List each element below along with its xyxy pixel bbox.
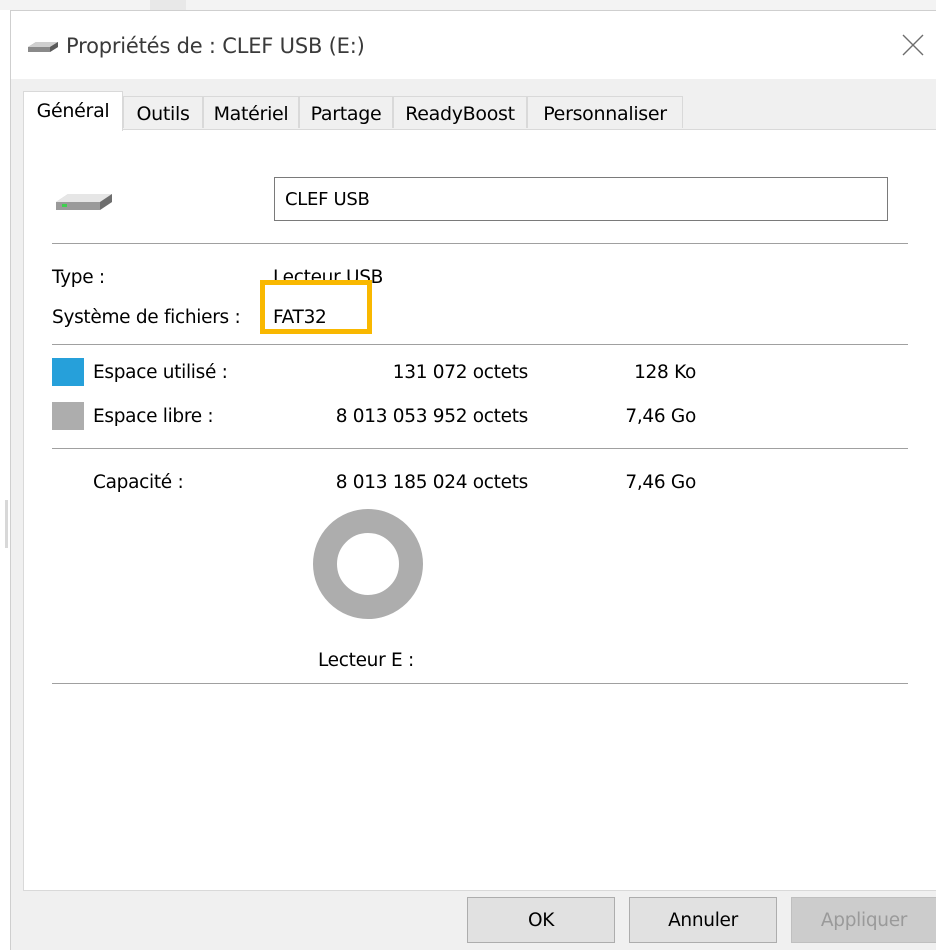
usb-drive-icon	[54, 188, 114, 222]
drive-name-input[interactable]	[274, 177, 888, 221]
cancel-button[interactable]: Annuler	[629, 897, 777, 943]
title-bar[interactable]: Propriétés de : CLEF USB (E:)	[11, 11, 936, 79]
free-space-size: 7,46 Go	[625, 406, 696, 427]
ok-button[interactable]: OK	[467, 897, 615, 943]
tab-partage[interactable]: Partage	[299, 96, 393, 128]
separator	[52, 683, 908, 684]
close-icon	[902, 34, 924, 56]
free-space-swatch	[52, 402, 84, 430]
usb-drive-icon	[27, 39, 59, 53]
type-label: Type :	[52, 267, 105, 288]
tab-personnaliser[interactable]: Personnaliser	[527, 96, 683, 128]
tab-general[interactable]: Général	[23, 91, 123, 131]
filesystem-label: Système de fichiers :	[52, 307, 241, 328]
used-space-swatch	[52, 358, 84, 386]
drive-caption: Lecteur E :	[318, 650, 414, 671]
separator	[52, 448, 908, 449]
filesystem-highlight-box	[260, 280, 372, 334]
used-space-size: 128 Ko	[634, 362, 696, 383]
tab-readyboost[interactable]: ReadyBoost	[393, 96, 527, 128]
capacity-label: Capacité :	[93, 472, 184, 493]
free-space-bytes: 8 013 053 952 octets	[335, 406, 529, 427]
disk-usage-donut	[313, 509, 423, 619]
screen: Propriétés de : CLEF USB (E:) Général Ou…	[0, 0, 936, 950]
used-space-bytes: 131 072 octets	[392, 362, 529, 383]
properties-dialog: Propriétés de : CLEF USB (E:) Général Ou…	[10, 10, 936, 950]
used-space-label: Espace utilisé :	[93, 362, 228, 383]
general-tab-panel: Type : Lecteur USB Système de fichiers :…	[23, 129, 936, 891]
tab-materiel[interactable]: Matériel	[203, 96, 299, 128]
background-window-strip	[0, 0, 936, 10]
capacity-size: 7,46 Go	[625, 472, 696, 493]
apply-button[interactable]: Appliquer	[791, 897, 936, 943]
capacity-bytes: 8 013 185 024 octets	[335, 472, 529, 493]
tab-outils[interactable]: Outils	[123, 96, 203, 128]
background-block	[150, 0, 186, 10]
close-button[interactable]	[891, 25, 935, 65]
window-title: Propriétés de : CLEF USB (E:)	[66, 34, 365, 58]
free-space-label: Espace libre :	[93, 406, 214, 427]
background-edge	[5, 500, 8, 548]
separator	[52, 243, 908, 244]
separator	[52, 344, 908, 345]
